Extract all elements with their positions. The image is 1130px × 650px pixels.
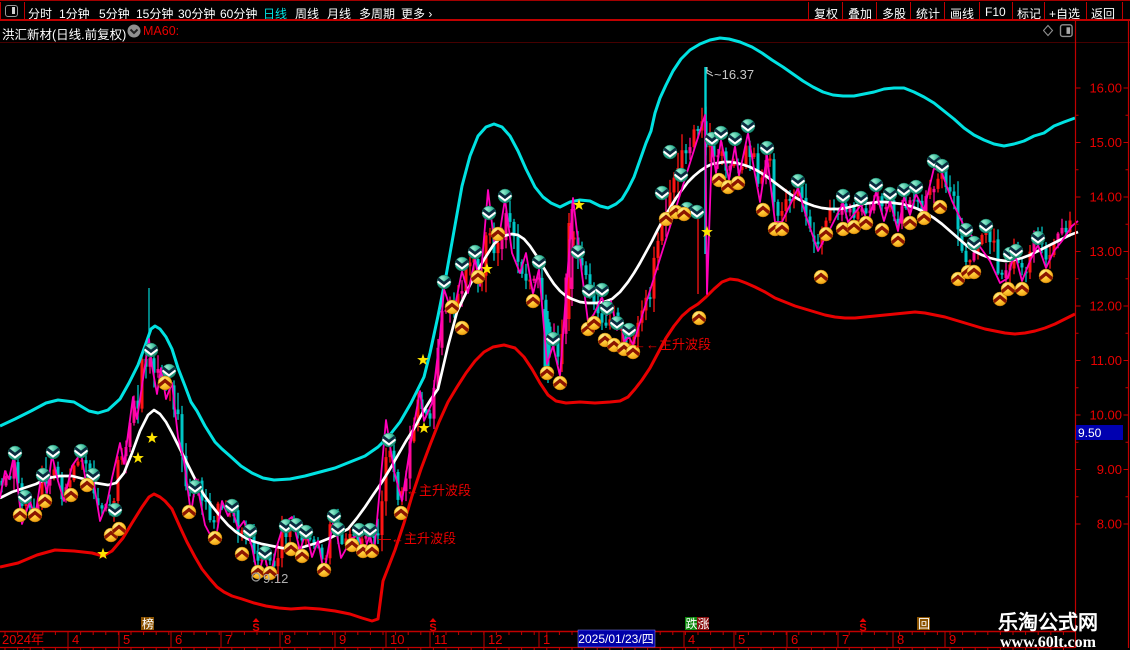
svg-text:—←主升波段: —←主升波段 [378, 531, 456, 546]
svg-text:12: 12 [488, 632, 502, 647]
svg-text:16.00: 16.00 [1089, 81, 1122, 96]
svg-text:涨: 涨 [698, 616, 710, 631]
svg-text:~16.37: ~16.37 [714, 67, 754, 82]
svg-text:7: 7 [225, 632, 232, 647]
svg-text:15.00: 15.00 [1089, 135, 1122, 150]
svg-text:8.00: 8.00 [1097, 517, 1122, 532]
svg-text:8: 8 [284, 632, 291, 647]
svg-text:9.50: 9.50 [1078, 426, 1102, 440]
svg-text:←←主升波段: ←←主升波段 [633, 337, 711, 352]
svg-text:乐淘公式网: 乐淘公式网 [998, 610, 1098, 634]
svg-text:www.60lt.com: www.60lt.com [1000, 634, 1097, 650]
svg-text:2024年: 2024年 [2, 632, 44, 647]
svg-text:8: 8 [897, 632, 904, 647]
svg-text:4: 4 [72, 632, 79, 647]
svg-text:12.00: 12.00 [1089, 299, 1122, 314]
svg-text:5: 5 [123, 632, 130, 647]
svg-text:14.00: 14.00 [1089, 190, 1122, 205]
svg-text:4: 4 [688, 632, 695, 647]
svg-text:跌: 跌 [686, 616, 698, 631]
svg-text:10.00: 10.00 [1089, 408, 1122, 423]
svg-text:2025/01/23/四: 2025/01/23/四 [578, 632, 653, 646]
svg-text:7: 7 [842, 632, 849, 647]
svg-text:10: 10 [390, 632, 404, 647]
svg-text:榜: 榜 [142, 616, 154, 631]
svg-text:6: 6 [791, 632, 798, 647]
svg-text:9.00: 9.00 [1097, 462, 1122, 477]
svg-text:9.12: 9.12 [263, 571, 288, 586]
svg-text:S: S [252, 622, 259, 634]
svg-text:S: S [859, 622, 866, 634]
svg-text:←主升波段: ←主升波段 [406, 483, 471, 498]
svg-text:回: 回 [918, 617, 930, 631]
svg-text:5: 5 [738, 632, 745, 647]
svg-text:11: 11 [434, 632, 448, 647]
svg-text:S: S [429, 622, 436, 634]
svg-text:11.00: 11.00 [1090, 353, 1122, 368]
svg-text:13.00: 13.00 [1089, 244, 1122, 259]
